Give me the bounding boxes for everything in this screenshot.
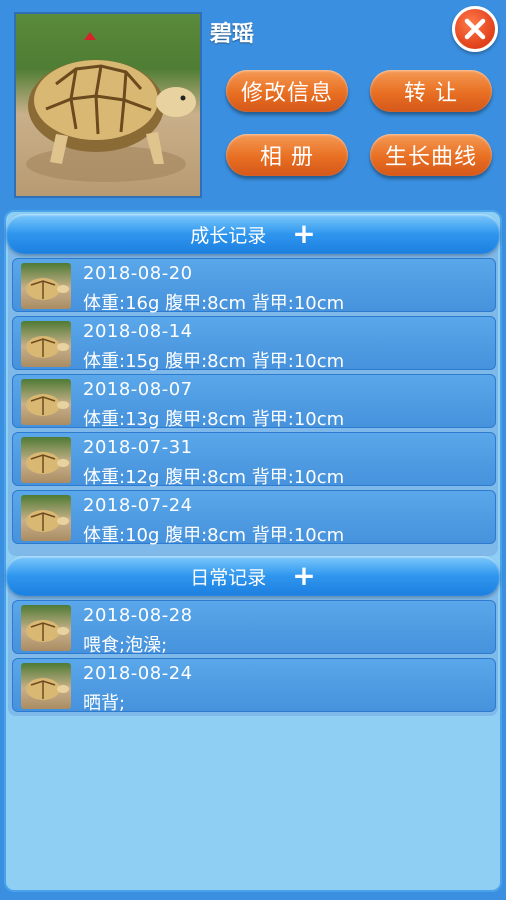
record-date: 2018-08-28 xyxy=(83,605,193,626)
growth-record-list: 2018-08-20 体重:16g 腹甲:8cm 背甲:10cm 2018-08… xyxy=(12,258,496,548)
growth-record-row[interactable]: 2018-08-20 体重:16g 腹甲:8cm 背甲:10cm xyxy=(12,258,496,314)
growth-section-title: 成长记录 xyxy=(190,224,267,247)
record-date: 2018-08-14 xyxy=(83,321,193,342)
add-daily-record-plus-icon[interactable]: + xyxy=(292,562,315,590)
growth-section-header: 成长记录 + xyxy=(6,214,500,254)
daily-record-list: 2018-08-28 喂食;泡澡; 2018-08-24 晒背; xyxy=(12,600,496,716)
record-detail: 体重:13g 腹甲:8cm 背甲:10cm xyxy=(83,409,345,430)
daily-record-row[interactable]: 2018-08-28 喂食;泡澡; xyxy=(12,600,496,656)
growth-record-row[interactable]: 2018-08-14 体重:15g 腹甲:8cm 背甲:10cm xyxy=(12,316,496,372)
record-date: 2018-08-07 xyxy=(83,379,193,400)
record-detail: 体重:16g 腹甲:8cm 背甲:10cm xyxy=(83,293,345,314)
daily-record-row[interactable]: 2018-08-24 晒背; xyxy=(12,658,496,714)
records-panel: 成长记录 + 2018-08-20 体重:16g 腹甲:8cm 背甲:10cm … xyxy=(4,210,502,892)
turtle-thumbnail xyxy=(21,263,71,309)
record-date: 2018-08-24 xyxy=(83,663,193,684)
close-button[interactable] xyxy=(452,6,498,52)
growth-record-row[interactable]: 2018-07-31 体重:12g 腹甲:8cm 背甲:10cm xyxy=(12,432,496,488)
daily-section-title: 日常记录 xyxy=(190,566,267,589)
turtle-thumbnail xyxy=(21,495,71,541)
record-detail: 晒背; xyxy=(83,693,126,714)
album-button[interactable]: 相 册 xyxy=(226,134,348,176)
growth-record-row[interactable]: 2018-08-07 体重:13g 腹甲:8cm 背甲:10cm xyxy=(12,374,496,430)
add-growth-record-plus-icon[interactable]: + xyxy=(292,220,315,248)
transfer-button[interactable]: 转 让 xyxy=(370,70,492,112)
turtle-thumbnail xyxy=(21,663,71,709)
turtle-thumbnail xyxy=(21,379,71,425)
record-date: 2018-08-20 xyxy=(83,263,193,284)
record-detail: 喂食;泡澡; xyxy=(83,635,168,656)
record-detail: 体重:15g 腹甲:8cm 背甲:10cm xyxy=(83,351,345,372)
record-date: 2018-07-31 xyxy=(83,437,193,458)
close-icon xyxy=(464,18,486,40)
growth-record-row[interactable]: 2018-07-24 体重:10g 腹甲:8cm 背甲:10cm xyxy=(12,490,496,546)
record-detail: 体重:12g 腹甲:8cm 背甲:10cm xyxy=(83,467,345,488)
record-detail: 体重:10g 腹甲:8cm 背甲:10cm xyxy=(83,525,345,546)
record-date: 2018-07-24 xyxy=(83,495,193,516)
growth-curve-button[interactable]: 生长曲线 xyxy=(370,134,492,176)
edit-info-button[interactable]: 修改信息 xyxy=(226,70,348,112)
turtle-thumbnail xyxy=(21,321,71,367)
turtle-thumbnail xyxy=(21,605,71,651)
pet-name: 碧瑶 xyxy=(210,22,255,47)
turtle-photo xyxy=(14,12,202,198)
daily-section-header: 日常记录 + xyxy=(6,556,500,596)
turtle-thumbnail xyxy=(21,437,71,483)
